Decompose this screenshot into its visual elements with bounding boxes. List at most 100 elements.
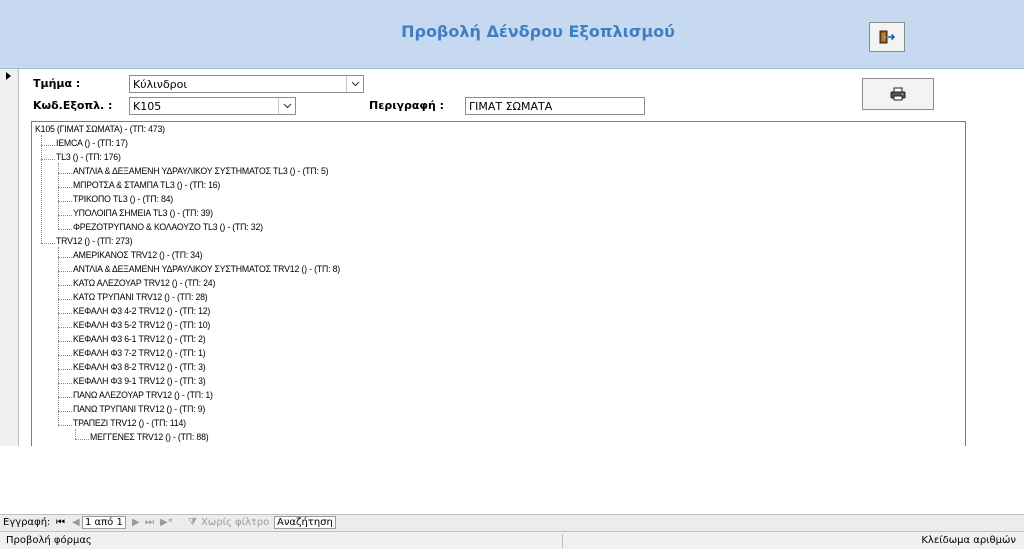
- tree-node[interactable]: ΠΑΝΩ ΤΡΥΠΑΝΙ TRV12 () - (ΤΠ: 9): [32, 404, 965, 418]
- tree-branch-line: [58, 247, 59, 425]
- tree-node[interactable]: ΑΝΤΛΙΑ & ΔΕΞΑΜΕΝΗ ΥΔΡΑΥΛΙΚΟΥ ΣΥΣΤΗΜΑΤΟΣ …: [32, 264, 965, 278]
- tree-node-label: ΚΕΦΑΛΗ Φ3 8-2 TRV12 () - (ΤΠ: 3): [73, 362, 206, 373]
- tree-node-label: TL3 () - (ΤΠ: 176): [56, 152, 121, 163]
- status-divider: [562, 534, 563, 548]
- perigrafi-field[interactable]: ΓΙΜΑΤ ΣΩΜΑΤΑ: [465, 97, 645, 115]
- tree-connector: [58, 397, 72, 398]
- tree-branch-line: [75, 429, 76, 439]
- tree-node[interactable]: ΑΝΤΛΙΑ & ΔΕΞΑΜΕΝΗ ΥΔΡΑΥΛΙΚΟΥ ΣΥΣΤΗΜΑΤΟΣ …: [32, 166, 965, 180]
- tree-node[interactable]: ΑΜΕΡΙΚΑΝΟΣ TRV12 () - (ΤΠ: 34): [32, 250, 965, 264]
- tree-node-label: ΑΜΕΡΙΚΑΝΟΣ TRV12 () - (ΤΠ: 34): [73, 250, 203, 261]
- tree-node[interactable]: ΚΕΦΑΛΗ Φ3 7-2 TRV12 () - (ΤΠ: 1): [32, 348, 965, 362]
- tree-node[interactable]: ΚΕΦΑΛΗ Φ3 9-1 TRV12 () - (ΤΠ: 3): [32, 376, 965, 390]
- tree-node[interactable]: K105 (ΓΙΜΑΤ ΣΩΜΑΤΑ) - (ΤΠ: 473): [32, 124, 965, 138]
- tree-node-label: ΥΠΟΛΟΙΠΑ ΣΗΜΕΙΑ TL3 () - (ΤΠ: 39): [73, 208, 213, 219]
- tree-connector: [58, 411, 72, 412]
- status-view-mode: Προβολή φόρμας: [6, 535, 92, 546]
- tree-connector: [58, 201, 72, 202]
- tree-node-label: ΚΕΦΑΛΗ Φ3 6-1 TRV12 () - (ΤΠ: 2): [73, 334, 206, 345]
- tree-node[interactable]: ΚΕΦΑΛΗ Φ3 4-2 TRV12 () - (ΤΠ: 12): [32, 306, 965, 320]
- tree-connector: [58, 173, 72, 174]
- filter-funnel-icon: ⧩: [188, 517, 197, 528]
- first-record-button[interactable]: ⏮: [56, 517, 65, 528]
- tree-node-label: IEMCA () - (ΤΠ: 17): [56, 138, 128, 149]
- exit-door-icon: [879, 30, 895, 44]
- tree-node[interactable]: ΠΑΝΩ ΑΛΕΖΟΥΑΡ TRV12 () - (ΤΠ: 1): [32, 390, 965, 404]
- tree-node-label: ΠΑΝΩ ΑΛΕΖΟΥΑΡ TRV12 () - (ΤΠ: 1): [73, 390, 213, 401]
- tree-node[interactable]: ΜΕΓΓΕΝΕΣ TRV12 () - (ΤΠ: 88): [32, 432, 965, 446]
- tree-node-label: ΚΑΤΩ ΑΛΕΖΟΥΑΡ TRV12 () - (ΤΠ: 24): [73, 278, 216, 289]
- equipment-tree[interactable]: K105 (ΓΙΜΑΤ ΣΩΜΑΤΑ) - (ΤΠ: 473) IEMCA () …: [31, 121, 966, 446]
- tmima-dropdown-button[interactable]: [346, 76, 363, 92]
- tree-connector: [58, 425, 72, 426]
- tree-connector: [58, 383, 72, 384]
- tree-connector: [58, 229, 72, 230]
- tree-node[interactable]: ΚΑΤΩ ΤΡΥΠΑΝΙ TRV12 () - (ΤΠ: 28): [32, 292, 965, 306]
- tree-node[interactable]: ΦΡΕΖΟΤΡΥΠΑΝΟ & ΚΟΛΑΟΥΖΟ TL3 () - (ΤΠ: 32…: [32, 222, 965, 236]
- tree-node[interactable]: ΚΑΤΩ ΑΛΕΖΟΥΑΡ TRV12 () - (ΤΠ: 24): [32, 278, 965, 292]
- tree-connector: [41, 145, 55, 146]
- tree-connector: [58, 327, 72, 328]
- tree-node[interactable]: ΥΠΟΛΟΙΠΑ ΣΗΜΕΙΑ TL3 () - (ΤΠ: 39): [32, 208, 965, 222]
- tmima-combo[interactable]: Κύλινδροι: [129, 75, 364, 93]
- tree-branch-line: [41, 135, 42, 243]
- tree-connector: [75, 439, 89, 440]
- status-numlock: Κλείδωμα αριθμών: [921, 535, 1016, 546]
- last-record-button[interactable]: ⏭: [145, 517, 154, 528]
- tree-node-label: TRV12 () - (ΤΠ: 273): [56, 236, 133, 247]
- tree-connector: [58, 299, 72, 300]
- record-selector-arrow-icon: [6, 72, 11, 80]
- print-button[interactable]: [862, 78, 934, 110]
- tree-node[interactable]: ΚΕΦΑΛΗ Φ3 6-1 TRV12 () - (ΤΠ: 2): [32, 334, 965, 348]
- kod-label: Κωδ.Εξοπλ. :: [33, 99, 113, 112]
- tree-connector: [41, 159, 55, 160]
- tree-node-label: ΜΕΓΓΕΝΕΣ TRV12 () - (ΤΠ: 88): [90, 432, 209, 443]
- kod-combo[interactable]: K105: [129, 97, 296, 115]
- tree-node-label: K105 (ΓΙΜΑΤ ΣΩΜΑΤΑ) - (ΤΠ: 473): [35, 124, 165, 135]
- tree-branch-line: [58, 163, 59, 229]
- perigrafi-value: ΓΙΜΑΤ ΣΩΜΑΤΑ: [469, 100, 553, 113]
- tree-connector: [58, 257, 72, 258]
- tree-connector: [58, 355, 72, 356]
- tmima-label: Τμήμα :: [33, 77, 81, 90]
- chevron-down-icon: [351, 81, 359, 87]
- tree-node-label: ΚΕΦΑΛΗ Φ3 4-2 TRV12 () - (ΤΠ: 12): [73, 306, 211, 317]
- tree-node-label: ΚΕΦΑΛΗ Φ3 5-2 TRV12 () - (ΤΠ: 10): [73, 320, 211, 331]
- tree-connector: [58, 271, 72, 272]
- tree-node-label: ΑΝΤΛΙΑ & ΔΕΞΑΜΕΝΗ ΥΔΡΑΥΛΙΚΟΥ ΣΥΣΤΗΜΑΤΟΣ …: [73, 264, 340, 275]
- tree-connector: [58, 285, 72, 286]
- tree-node[interactable]: ΤΡΑΠΕΖΙ TRV12 () - (ΤΠ: 114): [32, 418, 965, 432]
- kod-combo-value: K105: [133, 100, 162, 113]
- tree-node-label: ΚΕΦΑΛΗ Φ3 7-2 TRV12 () - (ΤΠ: 1): [73, 348, 206, 359]
- search-box[interactable]: Αναζήτηση: [274, 516, 336, 529]
- kod-dropdown-button[interactable]: [278, 98, 295, 114]
- tree-node[interactable]: ΤΡΙΚΟΠΟ TL3 () - (ΤΠ: 84): [32, 194, 965, 208]
- tree-node[interactable]: ΜΠΡΟΤΣΑ & ΣΤΑΜΠΑ TL3 () - (ΤΠ: 16): [32, 180, 965, 194]
- record-position-field[interactable]: 1 από 1: [82, 516, 126, 529]
- tree-node[interactable]: TL3 () - (ΤΠ: 176): [32, 152, 965, 166]
- tree-node-label: ΚΑΤΩ ΤΡΥΠΑΝΙ TRV12 () - (ΤΠ: 28): [73, 292, 208, 303]
- tree-node-label: ΦΡΕΖΟΤΡΥΠΑΝΟ & ΚΟΛΑΟΥΖΟ TL3 () - (ΤΠ: 32…: [73, 222, 263, 233]
- exit-button[interactable]: [869, 22, 905, 52]
- tree-node-label: ΤΡΑΠΕΖΙ TRV12 () - (ΤΠ: 114): [73, 418, 186, 429]
- tree-node[interactable]: TRV12 () - (ΤΠ: 273): [32, 236, 965, 250]
- tree-connector: [58, 341, 72, 342]
- next-record-button[interactable]: ▶: [132, 517, 140, 528]
- previous-record-button[interactable]: ◀: [72, 517, 80, 528]
- tree-node-label: ΠΑΝΩ ΤΡΥΠΑΝΙ TRV12 () - (ΤΠ: 9): [73, 404, 206, 415]
- tree-node-label: ΤΡΙΚΟΠΟ TL3 () - (ΤΠ: 84): [73, 194, 174, 205]
- tree-node-label: ΚΕΦΑΛΗ Φ3 9-1 TRV12 () - (ΤΠ: 3): [73, 376, 206, 387]
- new-record-button[interactable]: ▶*: [160, 517, 173, 528]
- filter-toggle[interactable]: Χωρίς φίλτρο: [201, 517, 269, 528]
- chevron-down-icon: [283, 103, 291, 109]
- form-header: Προβολή Δένδρου Εξοπλισμού: [0, 0, 1024, 69]
- status-bar: Προβολή φόρμας Κλείδωμα αριθμών: [0, 531, 1024, 549]
- tree-connector: [58, 369, 72, 370]
- tree-node[interactable]: ΚΕΦΑΛΗ Φ3 5-2 TRV12 () - (ΤΠ: 10): [32, 320, 965, 334]
- tree-node[interactable]: ΚΕΦΑΛΗ Φ3 8-2 TRV12 () - (ΤΠ: 3): [32, 362, 965, 376]
- tree-connector: [58, 313, 72, 314]
- record-selector[interactable]: [0, 69, 19, 446]
- tree-node-label: ΜΠΡΟΤΣΑ & ΣΤΑΜΠΑ TL3 () - (ΤΠ: 16): [73, 180, 221, 191]
- tree-connector: [58, 215, 72, 216]
- tree-node[interactable]: IEMCA () - (ΤΠ: 17): [32, 138, 965, 152]
